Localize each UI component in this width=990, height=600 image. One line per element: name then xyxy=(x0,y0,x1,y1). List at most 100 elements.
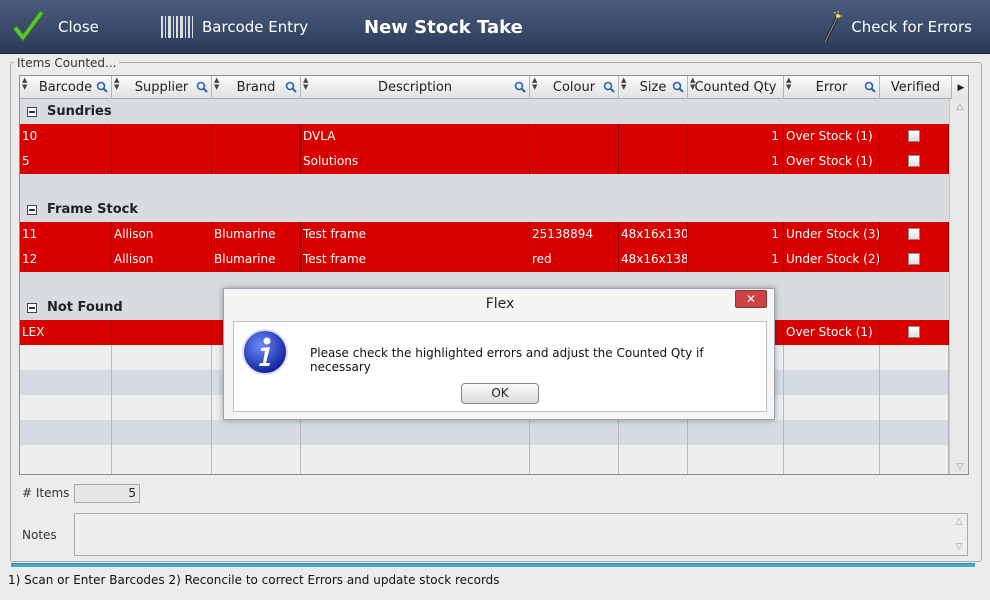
close-button[interactable]: Close xyxy=(10,0,99,54)
cell-description[interactable]: Test frame xyxy=(301,222,530,247)
empty-cell[interactable] xyxy=(688,445,784,474)
column-header-colour[interactable]: ▲ ▼ Colour xyxy=(530,76,619,99)
table-row[interactable]: 12 Allison Blumarine Test frame red 48x1… xyxy=(20,247,949,272)
group-header-sundries[interactable]: Sundries xyxy=(20,99,949,124)
column-header-counted-qty[interactable]: ▲ ▼ Counted Qty xyxy=(688,76,784,99)
empty-cell[interactable] xyxy=(880,345,949,370)
cell-counted-qty[interactable]: 1 xyxy=(688,222,784,247)
notes-input[interactable]: △ ▽ xyxy=(74,513,968,556)
empty-cell[interactable] xyxy=(212,445,301,474)
sort-icon[interactable]: ▲ ▼ xyxy=(621,77,626,91)
cell-counted-qty[interactable]: 1 xyxy=(688,149,784,174)
empty-cell[interactable] xyxy=(784,395,880,420)
empty-cell[interactable] xyxy=(301,445,530,474)
cell-supplier[interactable]: Allison xyxy=(112,222,212,247)
cell-brand[interactable]: Blumarine xyxy=(212,247,301,272)
cell-colour[interactable] xyxy=(530,149,619,174)
empty-cell[interactable] xyxy=(784,445,880,474)
cell-size[interactable] xyxy=(619,149,688,174)
cell-colour[interactable] xyxy=(530,124,619,149)
empty-row[interactable] xyxy=(20,420,949,445)
collapse-icon[interactable] xyxy=(27,302,37,313)
search-icon[interactable] xyxy=(514,81,526,93)
empty-row[interactable] xyxy=(20,445,949,474)
cell-supplier[interactable]: Allison xyxy=(112,247,212,272)
search-icon[interactable] xyxy=(603,81,615,93)
cell-barcode[interactable]: LEX xyxy=(20,320,112,345)
empty-cell[interactable] xyxy=(784,345,880,370)
sort-icon[interactable]: ▲ ▼ xyxy=(22,77,27,91)
cell-size[interactable]: 48x16x138 xyxy=(619,247,688,272)
cell-brand[interactable] xyxy=(212,124,301,149)
column-header-size[interactable]: ▲ ▼ Size xyxy=(619,76,688,99)
column-header-verified[interactable]: Verified xyxy=(880,76,952,99)
empty-cell[interactable] xyxy=(20,370,112,395)
column-header-error[interactable]: ▲ ▼ Error xyxy=(784,76,880,99)
empty-cell[interactable] xyxy=(112,395,212,420)
cell-size[interactable]: 48x16x130 xyxy=(619,222,688,247)
sort-icon[interactable]: ▲ ▼ xyxy=(532,77,537,91)
column-chooser-button[interactable]: ▶ xyxy=(952,76,968,99)
empty-cell[interactable] xyxy=(112,445,212,474)
vertical-scrollbar[interactable]: △ ▽ xyxy=(949,99,968,474)
cell-error[interactable]: Over Stock (1) xyxy=(784,320,880,345)
empty-cell[interactable] xyxy=(20,395,112,420)
empty-cell[interactable] xyxy=(880,420,949,445)
empty-cell[interactable] xyxy=(619,420,688,445)
empty-cell[interactable] xyxy=(530,445,619,474)
verified-checkbox[interactable] xyxy=(908,326,920,338)
empty-cell[interactable] xyxy=(880,445,949,474)
sort-icon[interactable]: ▲ ▼ xyxy=(214,77,219,91)
empty-cell[interactable] xyxy=(784,420,880,445)
empty-cell[interactable] xyxy=(20,345,112,370)
collapse-icon[interactable] xyxy=(27,204,37,215)
cell-colour[interactable]: red xyxy=(530,247,619,272)
check-for-errors-button[interactable]: Check for Errors xyxy=(821,0,972,54)
search-icon[interactable] xyxy=(285,81,297,93)
column-header-brand[interactable]: ▲ ▼ Brand xyxy=(212,76,301,99)
cell-barcode[interactable]: 11 xyxy=(20,222,112,247)
cell-counted-qty[interactable]: 1 xyxy=(688,247,784,272)
cell-brand[interactable] xyxy=(212,149,301,174)
sort-icon[interactable]: ▲ ▼ xyxy=(114,77,119,91)
cell-description[interactable]: DVLA xyxy=(301,124,530,149)
search-icon[interactable] xyxy=(96,81,108,93)
table-row[interactable]: 10 DVLA 1 Over Stock (1) xyxy=(20,124,949,149)
empty-cell[interactable] xyxy=(301,420,530,445)
empty-cell[interactable] xyxy=(212,420,301,445)
cell-brand[interactable]: Blumarine xyxy=(212,222,301,247)
cell-supplier[interactable] xyxy=(112,320,212,345)
table-row[interactable]: 11 Allison Blumarine Test frame 25138894… xyxy=(20,222,949,247)
verified-checkbox[interactable] xyxy=(908,253,920,265)
dialog-close-button[interactable]: ✕ xyxy=(735,290,767,308)
cell-error[interactable]: Over Stock (1) xyxy=(784,124,880,149)
empty-cell[interactable] xyxy=(880,370,949,395)
empty-cell[interactable] xyxy=(784,370,880,395)
ok-button[interactable]: OK xyxy=(461,383,539,404)
barcode-entry-button[interactable]: Barcode Entry xyxy=(160,0,308,54)
cell-size[interactable] xyxy=(619,124,688,149)
empty-cell[interactable] xyxy=(112,345,212,370)
cell-barcode[interactable]: 10 xyxy=(20,124,112,149)
empty-cell[interactable] xyxy=(688,420,784,445)
group-header-frame-stock[interactable]: Frame Stock xyxy=(20,197,949,222)
sort-icon[interactable]: ▲ ▼ xyxy=(690,77,695,91)
scroll-up-icon[interactable]: △ xyxy=(953,518,965,527)
empty-cell[interactable] xyxy=(619,445,688,474)
search-icon[interactable] xyxy=(196,81,208,93)
cell-barcode[interactable]: 5 xyxy=(20,149,112,174)
sort-icon[interactable]: ▲ ▼ xyxy=(303,77,308,91)
cell-description[interactable]: Solutions xyxy=(301,149,530,174)
table-row[interactable]: 5 Solutions 1 Over Stock (1) xyxy=(20,149,949,174)
sort-icon[interactable]: ▲ ▼ xyxy=(786,77,791,91)
collapse-icon[interactable] xyxy=(27,106,37,117)
empty-cell[interactable] xyxy=(112,370,212,395)
verified-checkbox[interactable] xyxy=(908,155,920,167)
empty-cell[interactable] xyxy=(20,445,112,474)
cell-counted-qty[interactable]: 1 xyxy=(688,124,784,149)
verified-checkbox[interactable] xyxy=(908,130,920,142)
cell-colour[interactable]: 25138894 xyxy=(530,222,619,247)
column-header-description[interactable]: ▲ ▼ Description xyxy=(301,76,530,99)
cell-error[interactable]: Over Stock (1) xyxy=(784,149,880,174)
search-icon[interactable] xyxy=(672,81,684,93)
